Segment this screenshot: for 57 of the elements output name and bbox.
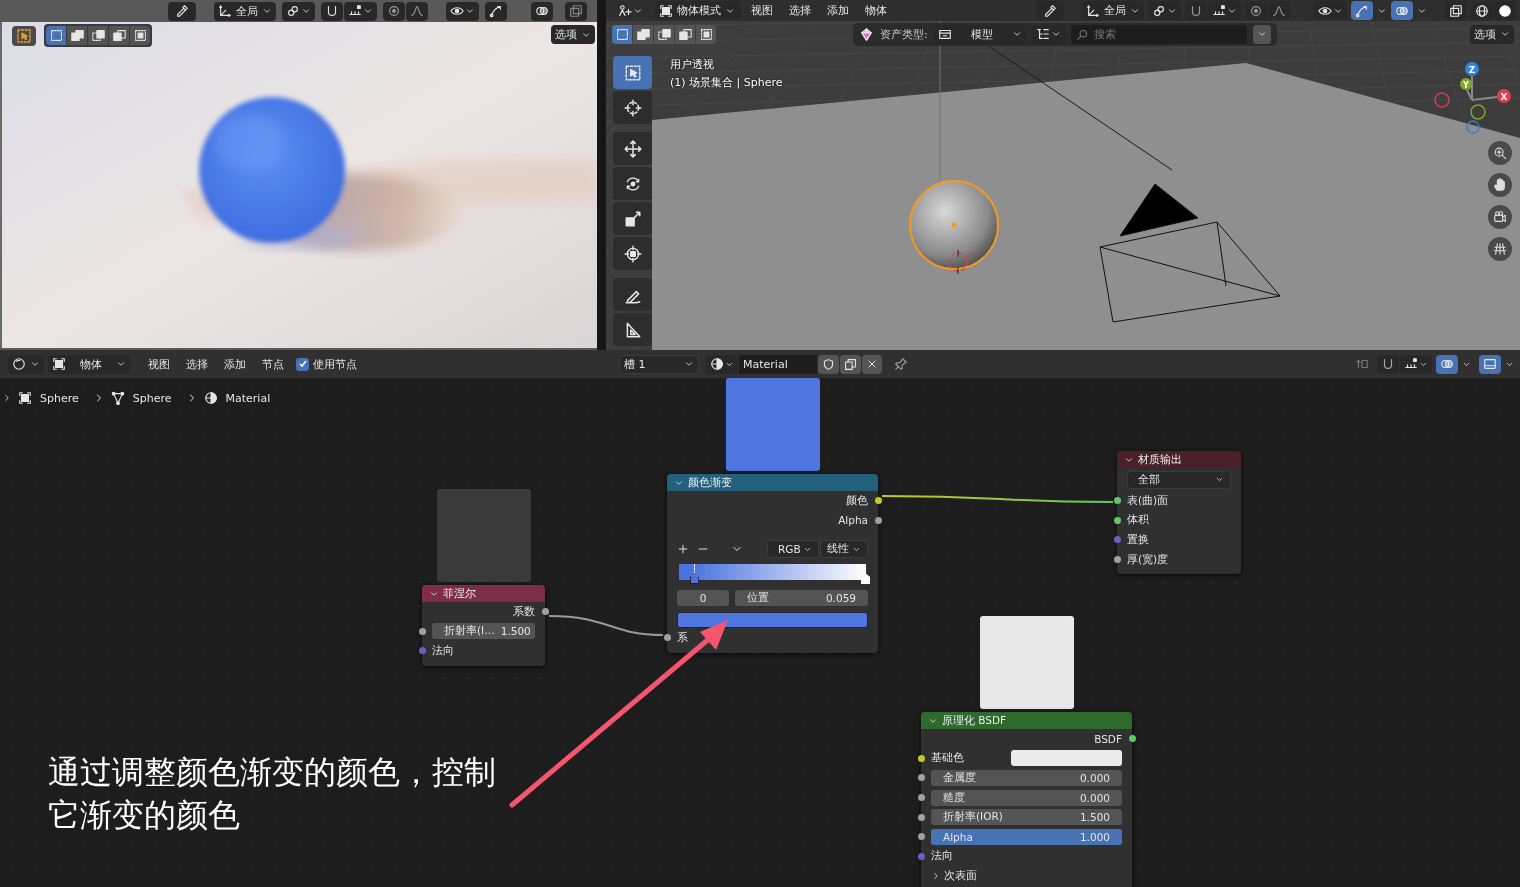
search-field[interactable]: 搜索 bbox=[1070, 24, 1247, 44]
node-header[interactable]: 原理化 BSDF bbox=[921, 712, 1132, 729]
node-header[interactable]: 材质输出 bbox=[1117, 451, 1241, 468]
breadcrumb-item[interactable]: Material bbox=[223, 391, 279, 405]
menu-item[interactable]: 节点 bbox=[256, 356, 290, 372]
socket-label: 系数 bbox=[513, 604, 535, 619]
color-mode-dropdown[interactable]: RGB bbox=[767, 540, 819, 559]
breadcrumb-item[interactable]: Sphere bbox=[130, 391, 180, 405]
position-field[interactable]: 位置 0.059 bbox=[735, 590, 868, 607]
socket-label: BSDF bbox=[1094, 732, 1122, 745]
number-field[interactable]: 折射率(I… 1.500 bbox=[432, 623, 535, 640]
node-header[interactable]: 菲涅尔 bbox=[422, 585, 545, 602]
stop-index-field[interactable]: 0 bbox=[677, 590, 729, 607]
socket-label: 系 bbox=[677, 631, 688, 645]
menu-item[interactable]: 添加 bbox=[218, 356, 252, 372]
target-dropdown[interactable]: 全部 bbox=[1127, 470, 1231, 489]
annotation-text: 通过调整颜色渐变的颜色，控制它渐变的颜色 bbox=[48, 752, 497, 836]
mode-dropdown[interactable]: 物体模式 bbox=[655, 1, 741, 20]
menu-item[interactable]: 选择 bbox=[180, 356, 214, 372]
breadcrumb-item[interactable]: Sphere bbox=[38, 391, 87, 405]
use-nodes-checkbox[interactable]: 使用节点 bbox=[296, 356, 357, 372]
socket-label: 表(曲)面 bbox=[1127, 493, 1169, 508]
menu-item[interactable]: 选择 bbox=[783, 3, 817, 18]
node-header[interactable]: 颜色渐变 bbox=[667, 474, 878, 491]
axis-label: Y bbox=[1463, 80, 1469, 90]
socket-label: 颜色 bbox=[846, 493, 868, 508]
asset-type-dropdown[interactable]: 模型 bbox=[933, 24, 1026, 44]
transform-orientation-dropdown[interactable]: 全局 bbox=[1082, 1, 1144, 20]
slot-dropdown[interactable]: 槽 1 bbox=[619, 354, 699, 374]
socket-label: 法向 bbox=[931, 849, 953, 864]
menu-item[interactable]: 物体 bbox=[859, 3, 893, 18]
material-name-field[interactable]: Material bbox=[739, 354, 817, 374]
transform-orientation-dropdown[interactable]: 全局 bbox=[214, 1, 276, 21]
scene-info: (1) 场景集合 | Sphere bbox=[670, 75, 783, 90]
menu-item[interactable]: 视图 bbox=[142, 356, 176, 372]
slider-field[interactable]: Alpha 1.000 bbox=[931, 828, 1122, 845]
view-name: 用户透视 bbox=[670, 57, 715, 72]
socket-label: 体积 bbox=[1127, 513, 1149, 528]
axis-label: Z bbox=[1468, 64, 1476, 75]
socket-label: 置换 bbox=[1127, 533, 1149, 547]
panel-label: 次表面 bbox=[944, 868, 977, 883]
axis-gizmo[interactable]: Z Y X bbox=[1434, 58, 1518, 138]
interpolation-dropdown[interactable]: 线性 bbox=[820, 540, 868, 559]
options-dropdown[interactable]: 选项 bbox=[551, 25, 595, 44]
axis-label: X bbox=[1500, 91, 1508, 102]
shader-node[interactable]: 材质输出 全部 表(曲)面 体积 置换 厚(宽)度 bbox=[1117, 451, 1241, 575]
socket-label: Alpha bbox=[838, 514, 868, 527]
socket-label: 基础色 bbox=[931, 751, 964, 766]
slider-field[interactable]: 金属度 0.000 bbox=[931, 770, 1122, 786]
socket-label: 法向 bbox=[432, 644, 454, 658]
slider-field[interactable]: 糙度 0.000 bbox=[931, 789, 1122, 806]
menu-item[interactable]: 视图 bbox=[745, 3, 779, 18]
asset-type-label: 资产类型: bbox=[880, 26, 928, 42]
menu-item[interactable]: 添加 bbox=[821, 3, 855, 18]
number-field[interactable]: 折射率(IOR) 1.500 bbox=[931, 809, 1122, 826]
shader-type-dropdown[interactable]: 物体 bbox=[48, 354, 130, 374]
socket-label: 厚(宽)度 bbox=[1127, 552, 1169, 567]
